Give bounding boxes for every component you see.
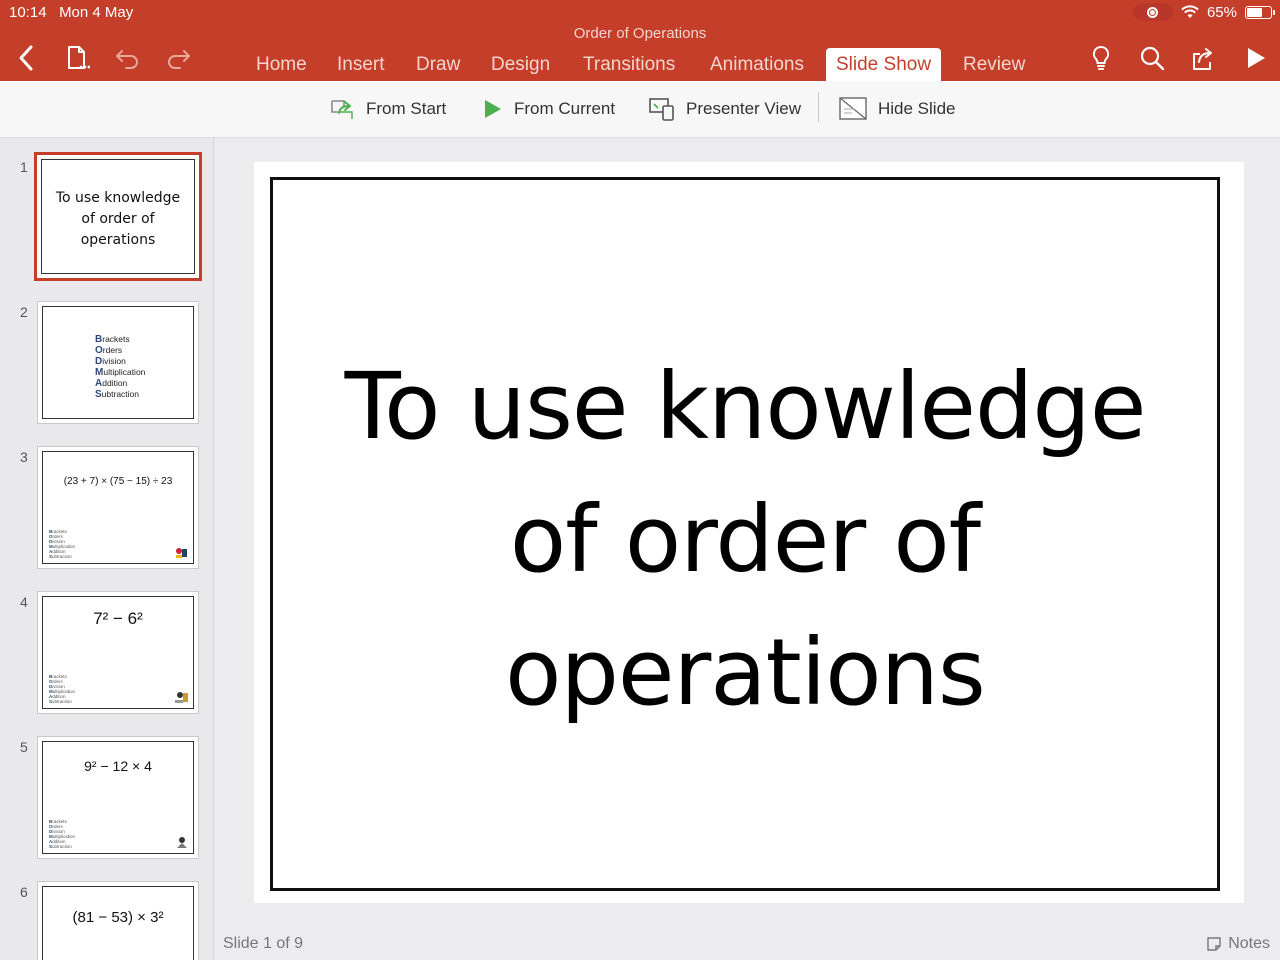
from-current-label: From Current [514,99,616,118]
bodmas-line: Subtraction [95,389,140,400]
status-clock: 10:14 [9,4,47,21]
thumbnail-frame: (23 + 7) × (75 − 15) ÷ 23 Brackets Orders… [42,451,194,564]
battery-percent: 65% [1206,3,1237,21]
hide-slide-button[interactable]: Hide Slide [838,93,956,125]
thumbnail-frame: To use knowledge of order of operations [41,159,195,274]
battery-icon [1245,5,1275,19]
thumbnail-title-line: To use knowledge [55,190,181,206]
tab-animations[interactable]: Animations [700,48,814,81]
thumbnail-title: To use knowledge of order of operations [42,188,194,251]
play-green-icon [485,100,501,118]
tab-home[interactable]: Home [246,48,317,81]
bodmas-line: Multiplication [95,367,146,378]
bodmas-line: Addition [95,378,128,389]
thumbnail-expression: (81 − 53) × 3² [72,909,164,926]
back-chevron-icon[interactable] [8,40,44,76]
tab-insert[interactable]: Insert [327,48,395,81]
status-indicators: 65% [1132,3,1275,21]
from-start-button[interactable]: From Start [330,93,446,125]
slide-show-ribbon: From Start From Current Presenter View H… [0,81,1280,138]
thumbnail-slide-2[interactable]: Brackets Orders Division Multiplication … [38,302,198,423]
wifi-icon [1181,5,1199,18]
slide-editor-area[interactable]: To use knowledge of order of operations [215,138,1280,960]
tab-slide-show[interactable]: Slide Show [826,48,942,81]
thumbnail-frame: 9² − 12 × 4 Brackets Orders Division Multip… [42,741,194,854]
thumbnail-title-line: of order of [81,211,155,227]
file-menu-icon[interactable] [59,40,95,76]
thumbnail-number: 3 [20,449,28,465]
slide-frame: To use knowledge of order of operations [270,177,1220,891]
lightbulb-icon[interactable] [1083,40,1119,76]
screen-recording-icon [1132,3,1173,21]
search-icon[interactable] [1134,40,1170,76]
notes-icon [1207,937,1221,951]
thumbnail-number: 2 [20,304,28,320]
mini-bodmas-list: Brackets Orders Division Multiplication Addi… [49,529,76,559]
slide-title-line: operations [505,619,986,726]
presenter-view-icon [649,98,674,121]
slide-title-line: of order of [509,486,981,593]
undo-icon[interactable] [110,40,146,76]
thumbnail-frame: Brackets Orders Division Multiplication … [42,306,194,419]
mini-bodmas-list: Brackets Orders Division Multiplication Addi… [49,674,76,704]
slide-title[interactable]: To use knowledge of order of operations [273,340,1217,739]
thumbnail-number: 5 [20,739,28,755]
cartoon-decoration-icon [175,692,188,703]
current-slide[interactable]: To use knowledge of order of operations [254,162,1244,903]
slide-counter: Slide 1 of 9 [223,935,304,952]
thumbnail-frame: (81 − 53) × 3² [42,886,194,960]
from-start-icon [331,100,353,119]
status-date: Mon 4 May [59,4,134,21]
redo-icon[interactable] [160,40,196,76]
thumbnail-expression: 7² − 6² [93,609,143,628]
thumbnail-number: 1 [20,159,28,175]
thumbnail-slide-5[interactable]: 9² − 12 × 4 Brackets Orders Division Multip… [38,737,198,858]
hide-slide-label: Hide Slide [878,99,956,118]
presenter-view-label: Presenter View [686,99,801,118]
bodmas-list: Brackets Orders Division Multiplication … [95,334,145,400]
from-start-label: From Start [366,99,447,118]
share-icon[interactable] [1184,40,1220,76]
cartoon-decoration-icon [177,837,187,848]
tab-review[interactable]: Review [953,48,1035,81]
hide-slide-icon [839,97,867,120]
thumbnail-slide-1[interactable]: To use knowledge of order of operations [34,152,202,281]
notes-button[interactable]: Notes [1206,935,1270,953]
bodmas-line: Brackets [95,334,130,345]
tab-transitions[interactable]: Transitions [573,48,685,81]
slide-title-line: To use knowledge [344,353,1147,460]
bodmas-line: Division [95,356,126,367]
ribbon-divider [818,92,819,122]
thumbnail-expression: 9² − 12 × 4 [84,758,152,774]
from-current-button[interactable]: From Current [482,93,615,125]
thumbnail-slide-6[interactable]: (81 − 53) × 3² [38,882,198,960]
thumbnail-expression: (23 + 7) × (75 − 15) ÷ 23 [63,476,173,487]
app-header: 10:14 Mon 4 May 65% Order of Operations … [0,0,1280,81]
play-slideshow-icon[interactable] [1238,40,1274,76]
cartoon-decoration-icon [176,548,187,558]
tab-design[interactable]: Design [481,48,560,81]
thumbnail-frame: 7² − 6² Brackets Orders Division Multiplica… [42,596,194,709]
tab-draw[interactable]: Draw [406,48,470,81]
mini-bodmas-list: Brackets Orders Division Multiplication Addi… [49,819,76,849]
status-time: 10:14 Mon 4 May [9,4,133,21]
thumbnail-slide-3[interactable]: (23 + 7) × (75 − 15) ÷ 23 Brackets Orders… [38,447,198,568]
thumbnail-slide-4[interactable]: 7² − 6² Brackets Orders Division Multiplica… [38,592,198,713]
bodmas-line: Orders [95,345,123,356]
slide-thumbnail-panel[interactable]: 1 To use knowledge of order of operation… [0,138,214,960]
thumbnail-title-line: operations [80,232,156,248]
notes-label: Notes [1228,935,1270,952]
thumbnail-number: 4 [20,594,28,610]
presenter-view-button[interactable]: Presenter View [648,93,801,125]
thumbnail-number: 6 [20,884,28,900]
